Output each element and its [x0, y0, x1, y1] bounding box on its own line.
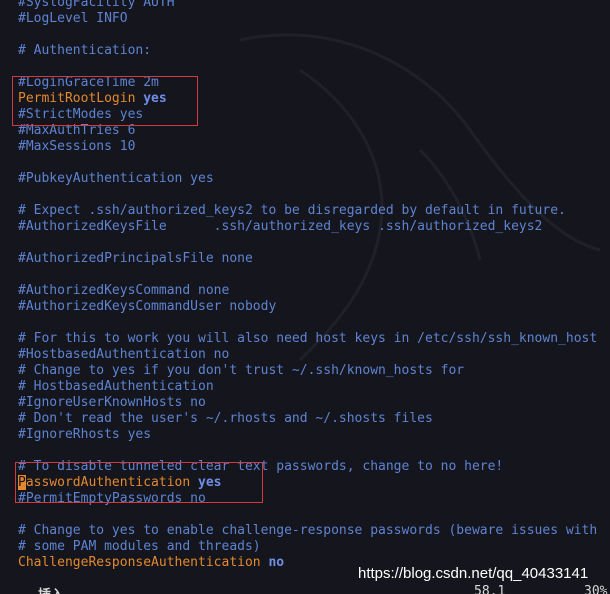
config-line[interactable] [18, 27, 597, 43]
config-line[interactable]: # HostbasedAuthentication [18, 379, 597, 395]
config-line[interactable] [18, 507, 597, 523]
config-line[interactable]: # Authentication: [18, 43, 597, 59]
config-token: #AuthorizedKeysCommand none [18, 283, 230, 298]
config-line[interactable]: PasswordAuthentication yes [18, 475, 597, 491]
config-token: # HostbasedAuthentication [18, 379, 214, 394]
config-token: # Authentication: [18, 43, 152, 58]
config-line[interactable]: #AuthorizedPrincipalsFile none [18, 251, 597, 267]
config-token: yes [198, 475, 222, 490]
config-line[interactable]: #IgnoreRhosts yes [18, 427, 597, 443]
config-line[interactable] [18, 59, 597, 75]
config-line[interactable]: #LoginGraceTime 2m [18, 75, 597, 91]
cursor-position: 58,1 [474, 584, 506, 594]
config-token: asswordAuthentication [25, 475, 199, 490]
config-token: #MaxAuthTries 6 [18, 123, 136, 138]
config-line[interactable]: #AuthorizedKeysFile .ssh/authorized_keys… [18, 219, 597, 235]
config-token: #LoginGraceTime 2m [18, 75, 159, 90]
config-line[interactable]: #AuthorizedKeysCommandUser nobody [18, 299, 597, 315]
config-token: #LogLevel INFO [18, 11, 128, 26]
config-token: #AuthorizedPrincipalsFile none [18, 251, 253, 266]
config-line[interactable]: #PermitEmptyPasswords no [18, 491, 597, 507]
config-file-content[interactable]: #SyslogFacility AUTH #LogLevel INFO # Auth… [18, 0, 597, 571]
config-line[interactable] [18, 443, 597, 459]
config-line[interactable]: #PubkeyAuthentication yes [18, 171, 597, 187]
config-line[interactable] [18, 267, 597, 283]
config-line[interactable]: #StrictModes yes [18, 107, 597, 123]
config-line[interactable]: # Don't read the user's ~/.rhosts and ~/… [18, 411, 597, 427]
config-line[interactable]: #IgnoreUserKnownHosts no [18, 395, 597, 411]
config-line[interactable]: # some PAM modules and threads) [18, 539, 597, 555]
config-line[interactable]: #SyslogFacility AUTH [18, 0, 597, 11]
config-token: # some PAM modules and threads) [18, 539, 261, 554]
config-token: #PubkeyAuthentication yes [18, 171, 214, 186]
config-token: #AuthorizedKeysFile .ssh/authorized_keys… [18, 219, 543, 234]
watermark-url: https://blog.csdn.net/qq_40433141 [358, 565, 589, 582]
config-line[interactable]: # For this to work you will also need ho… [18, 331, 597, 347]
text-cursor: P [18, 475, 26, 490]
config-line[interactable]: #MaxSessions 10 [18, 139, 597, 155]
config-token: # To disable tunneled clear text passwor… [18, 459, 504, 474]
config-line[interactable]: # Expect .ssh/authorized_keys2 to be dis… [18, 203, 597, 219]
config-line[interactable]: PermitRootLogin yes [18, 91, 597, 107]
insert-mode-indicator: 插入 [38, 584, 64, 594]
config-token: # Change to yes if you don't trust ~/.ss… [18, 363, 465, 378]
config-line[interactable]: #HostbasedAuthentication no [18, 347, 597, 363]
config-token: # Expect .ssh/authorized_keys2 to be dis… [18, 203, 566, 218]
config-token: #IgnoreUserKnownHosts no [18, 395, 206, 410]
config-token: # For this to work you will also need ho… [18, 331, 598, 346]
config-token: #PermitEmptyPasswords no [18, 491, 206, 506]
vim-terminal-window[interactable]: #SyslogFacility AUTH #LogLevel INFO # Auth… [0, 0, 610, 594]
config-token: #AuthorizedKeysCommandUser nobody [18, 299, 277, 314]
config-token: ChallengeResponseAuthentication [18, 555, 269, 570]
vim-statusbar: 插入 58,1 30% [0, 584, 610, 594]
config-token: no [268, 555, 285, 570]
config-token: #IgnoreRhosts yes [18, 427, 152, 442]
config-line[interactable]: # Change to yes if you don't trust ~/.ss… [18, 363, 597, 379]
config-token: # Don't read the user's ~/.rhosts and ~/… [18, 411, 433, 426]
config-line[interactable]: # Change to yes to enable challenge-resp… [18, 523, 597, 539]
config-token: #HostbasedAuthentication no [18, 347, 230, 362]
config-token: PermitRootLogin [18, 91, 144, 106]
config-token: #MaxSessions 10 [18, 139, 136, 154]
config-token: #StrictModes yes [18, 107, 144, 122]
config-token: #SyslogFacility AUTH [18, 0, 175, 10]
config-line[interactable]: #MaxAuthTries 6 [18, 123, 597, 139]
config-line[interactable] [18, 187, 597, 203]
config-line[interactable] [18, 315, 597, 331]
scroll-percent: 30% [584, 584, 608, 594]
config-token: # Change to yes to enable challenge-resp… [18, 523, 598, 538]
config-line[interactable] [18, 155, 597, 171]
config-line[interactable]: # To disable tunneled clear text passwor… [18, 459, 597, 475]
config-line[interactable]: #AuthorizedKeysCommand none [18, 283, 597, 299]
config-token: yes [143, 91, 167, 106]
config-line[interactable]: #LogLevel INFO [18, 11, 597, 27]
config-line[interactable] [18, 235, 597, 251]
